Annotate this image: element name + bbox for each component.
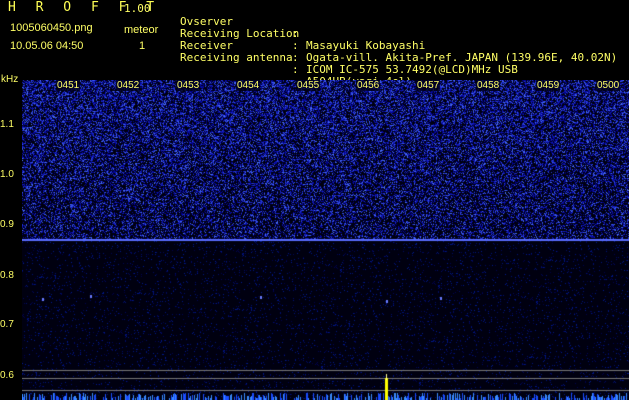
time-tick-label: 0456 bbox=[356, 80, 381, 91]
unit-label: kHz bbox=[1, 74, 19, 85]
time-tick-label: 0454 bbox=[236, 80, 261, 91]
y-tick-label: 0.9 bbox=[0, 219, 14, 230]
spectrogram-canvas bbox=[22, 80, 629, 400]
time-tick-label: 0451 bbox=[56, 80, 81, 91]
time-tick-label: 0452 bbox=[116, 80, 141, 91]
y-tick-label: 0.8 bbox=[0, 270, 14, 281]
y-tick-label: 0.7 bbox=[0, 319, 14, 330]
header-panel: H R O F F T 1.00 1005060450.png meteor 1… bbox=[0, 0, 629, 88]
antenna-label: Receiving antenna bbox=[180, 51, 293, 64]
time-tick-label: 0458 bbox=[476, 80, 501, 91]
y-tick-label: 1.0 bbox=[0, 169, 14, 180]
meteor-count: 1 bbox=[139, 40, 146, 52]
time-tick-label: 0459 bbox=[536, 80, 561, 91]
time-tick-label: 0453 bbox=[176, 80, 201, 91]
time-tick-label: 0500 bbox=[596, 80, 621, 91]
file-name: 1005060450.png bbox=[10, 22, 93, 34]
antenna-colon: : bbox=[292, 63, 299, 76]
y-tick-label: 0.6 bbox=[0, 370, 14, 381]
time-tick-label: 0457 bbox=[416, 80, 441, 91]
y-tick-label: 1.1 bbox=[0, 119, 14, 130]
time-tick-label: 0455 bbox=[296, 80, 321, 91]
spectrogram bbox=[22, 80, 629, 400]
app-version: 1.00 bbox=[124, 2, 151, 15]
date-time: 10.05.06 04:50 bbox=[10, 40, 84, 52]
meteor-label: meteor bbox=[124, 24, 159, 36]
